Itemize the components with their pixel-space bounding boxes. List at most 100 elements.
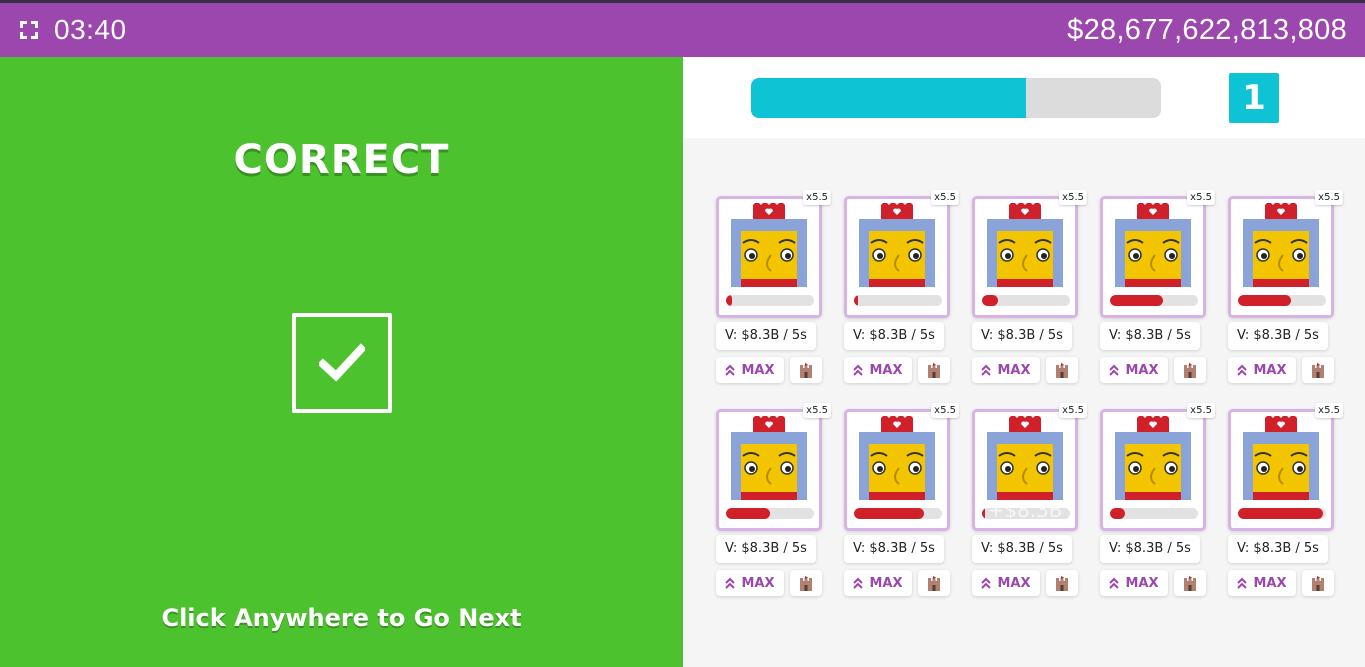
health-fill	[726, 508, 770, 519]
castle-button[interactable]	[790, 570, 822, 596]
castle-icon	[800, 575, 812, 591]
money-total: $28,677,622,813,808	[1067, 13, 1347, 46]
health-fill	[1238, 295, 1291, 306]
castle-button[interactable]	[790, 357, 822, 383]
value-label: V: $8.3B / 5s	[1228, 535, 1328, 563]
health-fill	[854, 508, 925, 519]
value-label: V: $8.3B / 5s	[844, 535, 944, 563]
header-bar: 03:40 $28,677,622,813,808	[0, 3, 1365, 57]
unit-tile[interactable]: x5.5	[1100, 403, 1215, 531]
king-face-icon	[985, 414, 1065, 502]
double-chevron-up-icon	[981, 577, 992, 589]
max-upgrade-button[interactable]: MAX	[1228, 357, 1296, 383]
next-instruction: Click Anywhere to Go Next	[161, 604, 522, 632]
unit-tile[interactable]: x5.5 +$8.3B	[972, 403, 1087, 531]
value-label: V: $8.3B / 5s	[1100, 535, 1200, 563]
value-label: V: $8.3B / 5s	[716, 535, 816, 563]
max-upgrade-button[interactable]: MAX	[1228, 570, 1296, 596]
max-upgrade-button[interactable]: MAX	[972, 570, 1040, 596]
value-label: V: $8.3B / 5s	[972, 535, 1072, 563]
health-bar	[982, 295, 1070, 306]
result-title: CORRECT	[233, 137, 450, 183]
max-label: MAX	[997, 575, 1031, 591]
max-label: MAX	[1253, 362, 1287, 378]
unit-tile[interactable]: x5.5	[716, 190, 831, 318]
king-face-icon	[857, 201, 937, 289]
health-bar	[854, 295, 942, 306]
double-chevron-up-icon	[1237, 577, 1248, 589]
progress-fill	[751, 78, 1026, 118]
castle-icon	[928, 575, 940, 591]
unit-tile[interactable]: x5.5	[972, 190, 1087, 318]
max-upgrade-button[interactable]: MAX	[1100, 570, 1168, 596]
double-chevron-up-icon	[1237, 364, 1248, 376]
double-chevron-up-icon	[725, 364, 736, 376]
king-face-icon	[1113, 414, 1193, 502]
castle-icon	[1056, 575, 1068, 591]
max-upgrade-button[interactable]: MAX	[844, 570, 912, 596]
health-bar	[726, 508, 814, 519]
max-label: MAX	[741, 575, 775, 591]
unit-tile[interactable]: x5.5	[716, 403, 831, 531]
value-label: V: $8.3B / 5s	[716, 322, 816, 350]
health-bar	[1238, 508, 1326, 519]
castle-button[interactable]	[1174, 357, 1206, 383]
timer: 03:40	[54, 14, 127, 45]
max-label: MAX	[997, 362, 1031, 378]
castle-button[interactable]	[918, 357, 950, 383]
castle-icon	[1056, 362, 1068, 378]
value-label: V: $8.3B / 5s	[844, 322, 944, 350]
castle-button[interactable]	[1302, 570, 1334, 596]
unit-tile[interactable]: x5.5	[844, 403, 959, 531]
unit-tile[interactable]: x5.5	[1228, 190, 1343, 318]
max-label: MAX	[1125, 362, 1159, 378]
king-face-icon	[1241, 414, 1321, 502]
health-bar	[854, 508, 942, 519]
max-label: MAX	[1253, 575, 1287, 591]
max-label: MAX	[1125, 575, 1159, 591]
castle-icon	[1184, 575, 1196, 591]
castle-icon	[800, 362, 812, 378]
double-chevron-up-icon	[853, 577, 864, 589]
double-chevron-up-icon	[981, 364, 992, 376]
castle-icon	[1184, 362, 1196, 378]
castle-button[interactable]	[1174, 570, 1206, 596]
king-face-icon	[729, 414, 809, 502]
castle-icon	[1312, 575, 1324, 591]
max-label: MAX	[869, 575, 903, 591]
checkmark-icon	[292, 313, 392, 413]
max-upgrade-button[interactable]: MAX	[716, 570, 784, 596]
fullscreen-icon[interactable]	[18, 19, 40, 41]
king-face-icon	[729, 201, 809, 289]
castle-button[interactable]	[1302, 357, 1334, 383]
value-label: V: $8.3B / 5s	[1228, 322, 1328, 350]
health-bar	[726, 295, 814, 306]
health-fill	[1110, 508, 1125, 519]
double-chevron-up-icon	[1109, 364, 1120, 376]
earnings-popup: +$8.3B	[987, 498, 1063, 522]
castle-button[interactable]	[1046, 357, 1078, 383]
feedback-panel[interactable]: CORRECT Click Anywhere to Go Next	[0, 57, 683, 667]
max-upgrade-button[interactable]: MAX	[716, 357, 784, 383]
king-face-icon	[1113, 201, 1193, 289]
castle-button[interactable]	[1046, 570, 1078, 596]
double-chevron-up-icon	[725, 577, 736, 589]
max-upgrade-button[interactable]: MAX	[1100, 357, 1168, 383]
max-label: MAX	[869, 362, 903, 378]
castle-button[interactable]	[918, 570, 950, 596]
unit-tile[interactable]: x5.5	[1228, 403, 1343, 531]
castle-icon	[1312, 362, 1324, 378]
health-bar	[1110, 295, 1198, 306]
castle-icon	[928, 362, 940, 378]
max-upgrade-button[interactable]: MAX	[972, 357, 1040, 383]
health-fill	[1110, 295, 1163, 306]
health-bar	[1110, 508, 1198, 519]
max-label: MAX	[741, 362, 775, 378]
health-fill	[1238, 508, 1324, 519]
health-bar	[1238, 295, 1326, 306]
max-upgrade-button[interactable]: MAX	[844, 357, 912, 383]
unit-tile[interactable]: x5.5	[1100, 190, 1215, 318]
health-fill	[726, 295, 733, 306]
double-chevron-up-icon	[1109, 577, 1120, 589]
unit-tile[interactable]: x5.5	[844, 190, 959, 318]
